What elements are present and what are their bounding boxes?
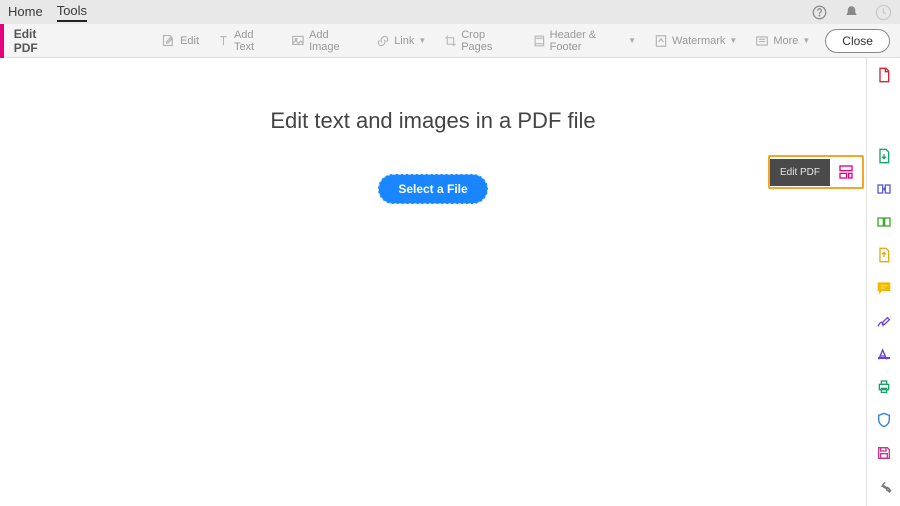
image-icon	[291, 34, 305, 48]
main-area: Edit text and images in a PDF file Selec…	[0, 58, 900, 506]
wrench-icon	[876, 478, 892, 494]
edit-label: Edit	[180, 35, 199, 47]
sign-icon	[876, 313, 892, 329]
chevron-down-icon: ▼	[802, 36, 810, 45]
save-icon	[876, 445, 892, 461]
more-label: More	[773, 35, 798, 47]
watermark-icon	[654, 34, 668, 48]
help-icon[interactable]	[810, 3, 828, 21]
text-icon	[217, 34, 230, 48]
save-tool[interactable]	[875, 444, 893, 462]
crop-pages-label: Crop Pages	[461, 29, 515, 53]
chevron-down-icon: ▼	[729, 36, 737, 45]
accent-strip	[0, 24, 4, 58]
combine-files-tool[interactable]	[875, 213, 893, 231]
combine-icon	[876, 214, 892, 230]
add-image-button[interactable]: Add Image	[284, 24, 365, 57]
watermark-label: Watermark	[672, 35, 725, 47]
tool-title: Edit PDF	[14, 27, 60, 55]
chevron-down-icon: ▼	[628, 36, 636, 45]
crop-icon	[444, 34, 457, 48]
comment-tool[interactable]	[875, 279, 893, 297]
add-text-button[interactable]: Add Text	[210, 24, 280, 57]
export-pdf-tool[interactable]	[875, 147, 893, 165]
preferences-tool[interactable]	[875, 477, 893, 495]
edit-pdf-toolbar: Edit PDF Edit Add Text Add Image Link ▼ …	[0, 24, 900, 58]
header-footer-label: Header & Footer	[550, 29, 624, 53]
page-heading: Edit text and images in a PDF file	[270, 108, 595, 134]
add-image-label: Add Image	[309, 29, 358, 53]
organize-icon	[876, 181, 892, 197]
canvas-area: Edit text and images in a PDF file Selec…	[0, 58, 866, 506]
link-label: Link	[394, 35, 414, 47]
fill-sign-tool[interactable]	[875, 312, 893, 330]
export-icon	[876, 148, 892, 164]
header-footer-icon	[533, 34, 546, 48]
link-button[interactable]: Link ▼	[369, 24, 433, 57]
close-button[interactable]: Close	[825, 29, 890, 53]
more-button[interactable]: More ▼	[748, 24, 817, 57]
shield-icon	[876, 412, 892, 428]
edit-icon	[161, 33, 176, 48]
right-tool-pane	[866, 58, 900, 506]
print-tool[interactable]	[875, 378, 893, 396]
more-icon	[755, 34, 769, 48]
create-pdf-tool[interactable]	[875, 66, 893, 84]
crop-pages-button[interactable]: Crop Pages	[437, 24, 522, 57]
organize-pages-tool[interactable]	[875, 180, 893, 198]
protect-tool[interactable]	[875, 411, 893, 429]
top-tab-bar: Home Tools	[0, 0, 900, 24]
edit-pdf-icon	[838, 164, 854, 180]
watermark-button[interactable]: Watermark ▼	[647, 24, 744, 57]
pdf-icon	[876, 67, 892, 83]
comment-icon	[876, 280, 892, 296]
tab-home[interactable]: Home	[8, 4, 43, 21]
redact-icon	[876, 346, 892, 362]
share-tool[interactable]	[875, 246, 893, 264]
tab-tools[interactable]: Tools	[57, 3, 87, 22]
chevron-down-icon: ▼	[418, 36, 426, 45]
notifications-icon[interactable]	[842, 3, 860, 21]
share-icon	[876, 247, 892, 263]
tooltip-highlight: Edit PDF	[768, 155, 864, 189]
tooltip-label: Edit PDF	[770, 159, 830, 186]
edit-pdf-tool-highlight[interactable]	[830, 157, 862, 187]
select-file-button[interactable]: Select a File	[378, 174, 487, 204]
account-icon[interactable]	[874, 3, 892, 21]
link-icon	[376, 34, 390, 48]
edit-button[interactable]: Edit	[154, 24, 206, 57]
redact-tool[interactable]	[875, 345, 893, 363]
header-footer-button[interactable]: Header & Footer ▼	[526, 24, 643, 57]
print-icon	[876, 379, 892, 395]
add-text-label: Add Text	[234, 29, 273, 53]
